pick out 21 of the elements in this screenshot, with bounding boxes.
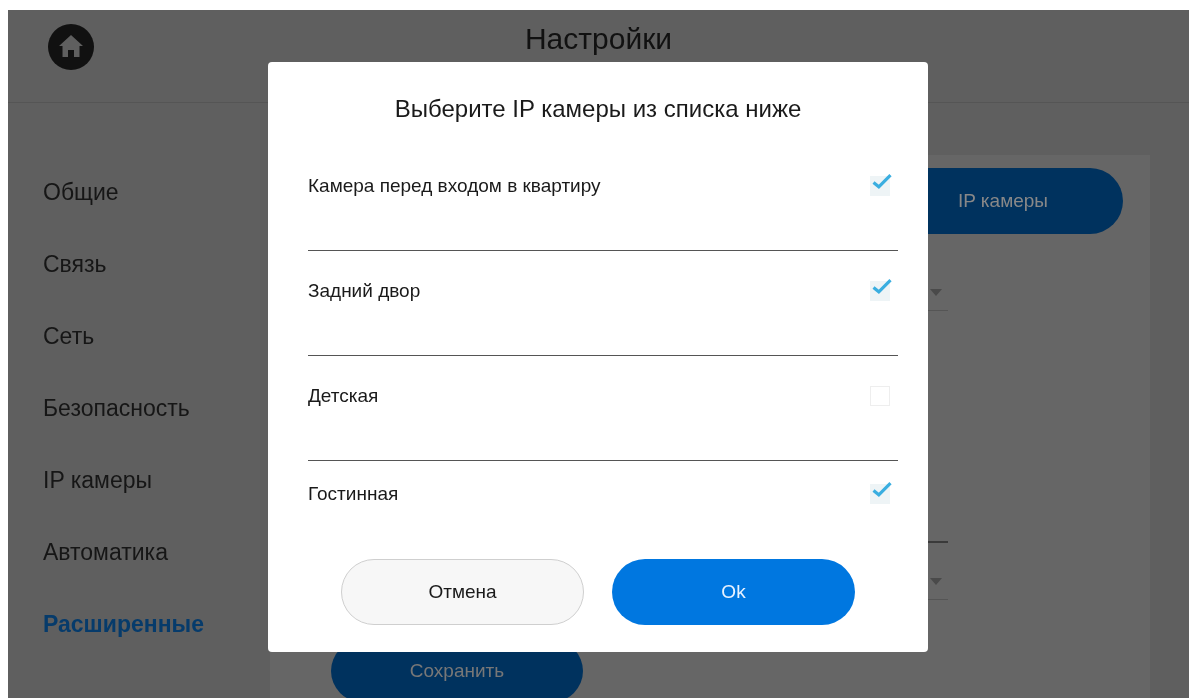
sidebar-item[interactable]: Сеть: [8, 318, 270, 390]
sidebar-item[interactable]: Связь: [8, 246, 270, 318]
sidebar-item[interactable]: Автоматика: [8, 534, 270, 606]
caret-icon: [930, 288, 942, 296]
option-label: Задний двор: [308, 279, 421, 302]
cancel-button[interactable]: Отмена: [341, 559, 584, 625]
screen-title: Настройки: [524, 22, 673, 56]
checkbox[interactable]: [870, 175, 890, 196]
sidebar-item[interactable]: Общие: [8, 174, 270, 246]
option-label: Камера перед входом в квартиру: [308, 174, 601, 197]
dialog-title: Выберите IP камеры из списка ниже: [393, 95, 803, 123]
sidebar-item[interactable]: IP камеры: [8, 462, 270, 534]
sidebar-item[interactable]: Расширенные: [8, 606, 270, 678]
caret-icon: [930, 577, 942, 585]
checkbox[interactable]: [870, 280, 890, 301]
option-label: Гостинная: [308, 482, 399, 505]
checkbox[interactable]: [870, 483, 890, 504]
ok-button[interactable]: Ok: [612, 559, 855, 625]
home-icon[interactable]: [48, 24, 94, 70]
sidebar-item[interactable]: Безопасность: [8, 390, 270, 462]
option-label: Детская: [308, 384, 379, 407]
